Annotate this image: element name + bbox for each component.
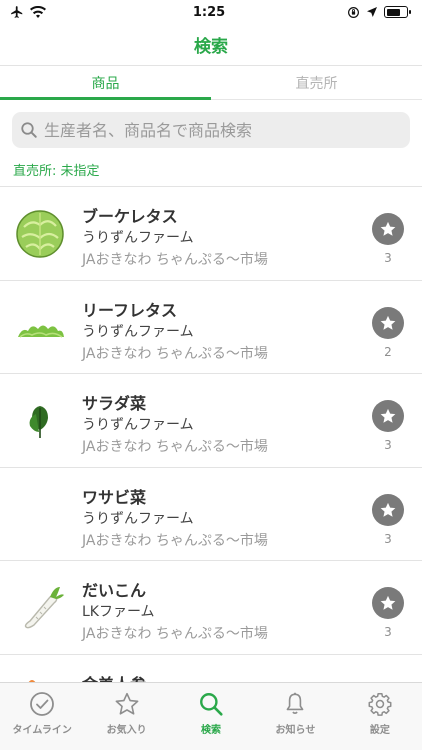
list-item[interactable]: サラダ菜 うりずんファーム JAおきなわ ちゃんぷる〜市場 3 [0,374,422,468]
product-market: JAおきなわ ちゃんぷる〜市場 [82,252,268,268]
tab-bar-search[interactable]: 検索 [169,683,253,750]
favorite-count: 3 [384,531,392,546]
product-list: ブーケレタス うりずんファーム JAおきなわ ちゃんぷる〜市場 3 リーフレタス… [0,186,422,682]
tab-bar: タイムライン お気入り 検索 お知らせ 設定 [0,682,422,750]
tab-bar-label: 設定 [369,725,390,736]
star-icon [380,408,396,423]
product-farm: うりずんファーム [82,323,194,340]
product-name: だいこん [82,581,147,600]
product-name: サラダ菜 [82,394,147,413]
status-time: 1:25 [192,4,226,20]
spinach-icon [29,406,48,438]
favorite-button[interactable] [372,493,404,526]
tab-bar-label: タイムライン [12,725,72,736]
product-market: JAおきなわ ちゃんぷる〜市場 [82,626,268,642]
star-icon [380,221,396,236]
tab-bar-label: お気入り [106,725,147,736]
list-item[interactable]: ブーケレタス うりずんファーム JAおきなわ ちゃんぷる〜市場 3 [0,187,422,281]
search-box[interactable] [12,112,410,148]
star-icon [380,595,396,610]
product-market: JAおきなわ ちゃんぷる〜市場 [82,345,268,362]
tab-bar-notifications[interactable]: お知らせ [253,683,337,750]
leaf-lettuce-icon [18,325,64,338]
carrot-icon [28,679,36,682]
segment-tabs: 商品 直売所 [0,66,422,100]
airplane-icon [11,6,23,18]
daikon-icon [24,587,64,629]
status-bar: 1:25 [0,0,422,24]
favorite-button[interactable] [372,213,404,245]
product-market: JAおきなわ ちゃんぷる〜市場 [82,439,268,455]
gear-icon [368,692,392,716]
product-farm: うりずんファーム [82,417,194,433]
tab-bar-timeline[interactable]: タイムライン [0,683,84,750]
rotation-lock-icon [348,6,359,18]
star-icon [380,315,396,330]
product-name: ワサビ菜 [82,487,147,507]
favorite-count: 3 [384,251,392,265]
product-market: JAおきなわ ちゃんぷる〜市場 [82,532,268,549]
favorite-button[interactable] [372,587,404,619]
clock-check-icon [30,692,55,716]
wifi-icon [30,6,46,18]
product-name: ブーケレタス [82,207,178,226]
nav-header: 検索 [0,24,422,66]
favorite-button[interactable] [372,400,404,432]
status-right [308,6,411,19]
product-farm: うりずんファーム [82,230,194,246]
list-item[interactable]: リーフレタス うりずんファーム JAおきなわ ちゃんぷる〜市場 2 [0,281,422,374]
list-item[interactable]: ワサビ菜 うりずんファーム JAおきなわ ちゃんぷる〜市場 3 [0,468,422,561]
list-item[interactable]: だいこん LKファーム JAおきなわ ちゃんぷる〜市場 3 [0,561,422,655]
product-farm: LKファーム [82,604,155,620]
favorite-count: 3 [384,625,392,639]
search-icon [21,122,37,138]
list-item[interactable]: 金美人参 [0,655,422,683]
product-image-placeholder [14,488,66,540]
page-title: 検索 [194,37,228,57]
product-farm: うりずんファーム [82,510,194,527]
bell-icon [287,692,304,715]
tab-products[interactable]: 商品 [0,66,211,100]
battery-icon [384,6,411,18]
favorite-count: 3 [384,438,392,452]
favorite-count: 2 [384,344,392,359]
search-icon [200,693,223,716]
tab-bar-favorites[interactable]: お気入り [84,683,168,750]
tab-bar-settings[interactable]: 設定 [338,683,422,750]
product-name: 金美人参 [82,671,146,683]
status-left [10,5,110,19]
tab-bar-label: 検索 [201,725,222,736]
star-outline-icon [115,692,139,715]
product-name: リーフレタス [82,300,178,320]
tab-bar-label: お知らせ [275,725,316,736]
favorite-button[interactable] [372,306,404,339]
star-icon [380,502,396,517]
location-icon [367,7,377,17]
search-input[interactable] [44,120,384,140]
tab-stores[interactable]: 直売所 [211,66,422,99]
lettuce-icon [16,210,64,258]
store-filter[interactable]: 直売所: 未指定 [13,160,100,179]
